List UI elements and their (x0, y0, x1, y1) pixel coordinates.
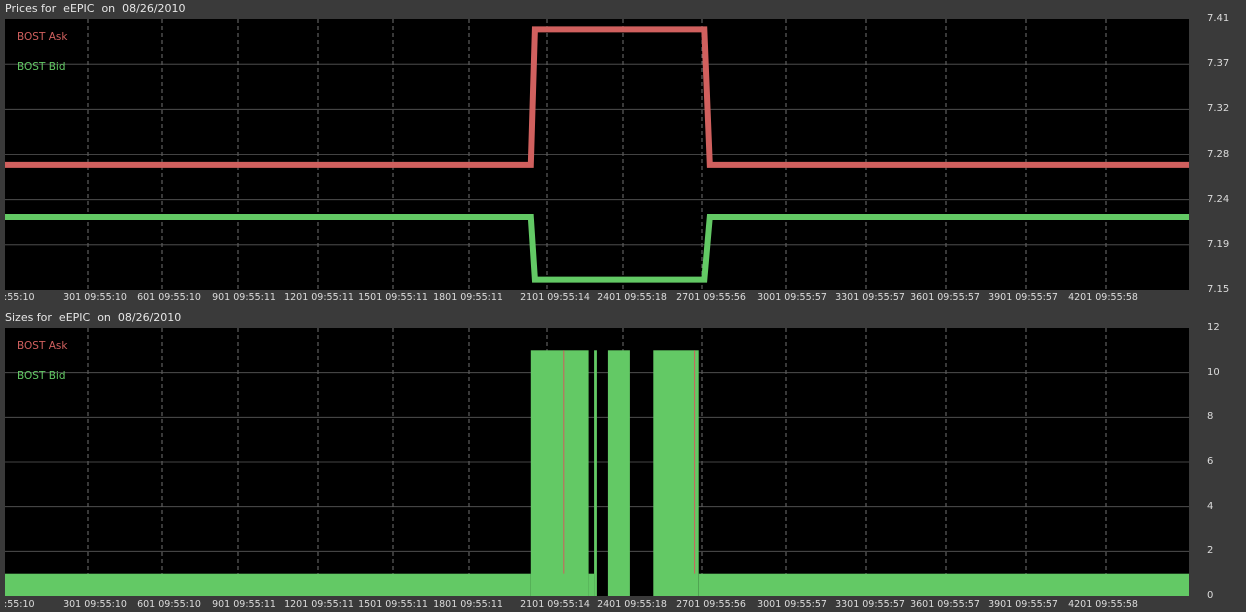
series-bost-ask (5, 26, 1189, 168)
size-bar-bid (607, 350, 630, 596)
prices-x-tick-label: 3001 09:55:57 (757, 292, 827, 303)
sizes-x-tick-label: 3001 09:55:57 (757, 599, 827, 610)
prices-y-tick-label: 7.32 (1207, 103, 1230, 115)
series-bost-bid-edge (5, 216, 1189, 281)
sizes-x-tick-label: 4201 09:55:58 (1068, 599, 1138, 610)
prices-y-tick-label: 7.37 (1207, 58, 1230, 70)
sizes-y-tick-label: 2 (1207, 545, 1214, 557)
sizes-x-tick-label: :55:10 (4, 599, 35, 610)
prices-x-tick-label: 1801 09:55:11 (433, 292, 503, 303)
sizes-y-tick-label: 4 (1207, 500, 1214, 512)
sizes-y-tick-label: 12 (1207, 322, 1220, 333)
size-bar-bid (530, 350, 589, 596)
sizes-x-tick-label: 3601 09:55:57 (910, 599, 980, 610)
prices-x-tick-label: 2401 09:55:18 (597, 292, 667, 303)
prices-legend-ask: BOST Ask (17, 31, 68, 43)
sizes-legend-ask: BOST Ask (17, 340, 68, 352)
size-bar-bid (5, 573, 531, 596)
sizes-y-tick-label: 8 (1207, 411, 1214, 423)
sizes-y-tick-label: 6 (1207, 456, 1214, 467)
prices-legend-bid: BOST Bid (17, 61, 66, 73)
series-bost-bid (5, 214, 1189, 283)
prices-x-tick-label: 901 09:55:11 (212, 292, 276, 303)
size-bar-bid (594, 350, 597, 596)
prices-x-tick-label: 3601 09:55:57 (910, 292, 980, 303)
size-bar-bid (653, 350, 699, 596)
prices-x-tick-label: 3301 09:55:57 (835, 292, 905, 303)
prices-x-tick-label: 2101 09:55:14 (520, 292, 590, 303)
sizes-x-tick-label: 1501 09:55:11 (358, 599, 428, 610)
charts-svg (5, 19, 1189, 596)
sizes-x-tick-label: 1801 09:55:11 (433, 599, 503, 610)
size-bar-bid (698, 573, 1189, 596)
prices-y-tick-label: 7.15 (1207, 284, 1230, 295)
prices-y-tick-label: 7.19 (1207, 238, 1230, 250)
sizes-y-tick-label: 0 (1207, 590, 1214, 601)
sizes-x-tick-label: 1201 09:55:11 (284, 599, 354, 610)
sizes-x-tick-label: 901 09:55:11 (212, 599, 276, 610)
sizes-legend-bid: BOST Bid (17, 370, 66, 382)
prices-x-tick-label: 4201 09:55:58 (1068, 292, 1138, 303)
prices-x-tick-label: 1201 09:55:11 (284, 292, 354, 303)
size-bar-bid (588, 573, 595, 596)
prices-x-tick-label: 301 09:55:10 (63, 292, 127, 303)
series-bost-ask-edge (5, 28, 1189, 166)
prices-y-tick-label: 7.24 (1207, 193, 1230, 205)
prices-x-tick-label: 2701 09:55:56 (676, 292, 746, 303)
sizes-y-tick-label: 10 (1207, 366, 1220, 378)
sizes-x-tick-label: 2401 09:55:18 (597, 599, 667, 610)
sizes-x-tick-label: 2701 09:55:56 (676, 599, 746, 610)
prices-x-tick-label: 3901 09:55:57 (988, 292, 1058, 303)
prices-x-tick-label: 601 09:55:10 (137, 292, 201, 303)
prices-y-tick-label: 7.28 (1207, 148, 1230, 160)
sizes-x-tick-label: 301 09:55:10 (63, 599, 127, 610)
prices-x-tick-label: 1501 09:55:11 (358, 292, 428, 303)
prices-y-tick-label: 7.41 (1207, 13, 1230, 24)
sizes-x-tick-label: 3301 09:55:57 (835, 599, 905, 610)
sizes-x-tick-label: 601 09:55:10 (137, 599, 201, 610)
prices-x-tick-label: :55:10 (4, 292, 35, 303)
sizes-x-tick-label: 3901 09:55:57 (988, 599, 1058, 610)
sizes-x-tick-label: 2101 09:55:14 (520, 599, 590, 610)
